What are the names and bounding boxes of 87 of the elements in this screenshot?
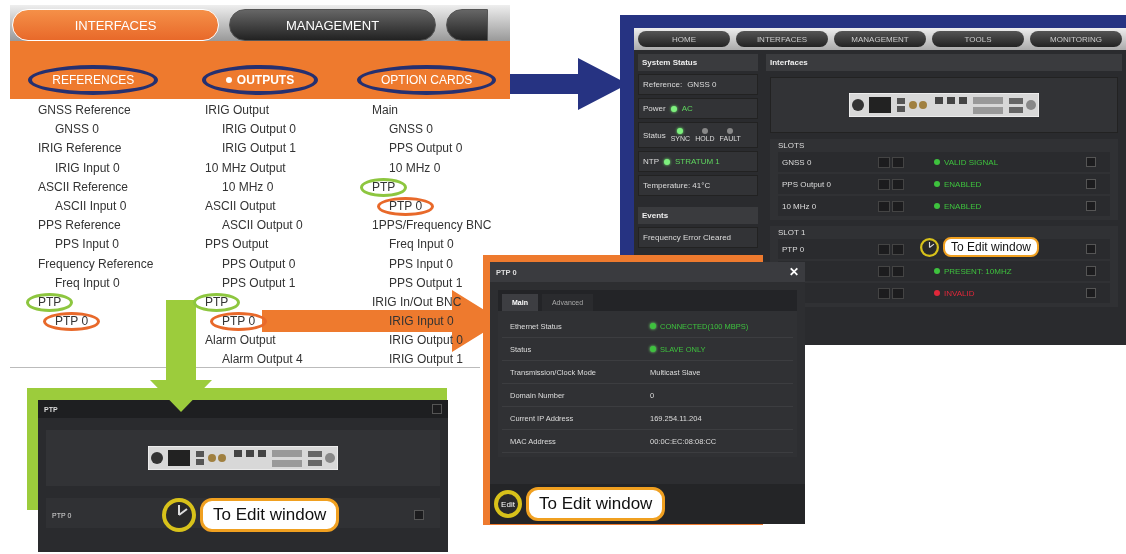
- menu-item[interactable]: ASCII Output: [205, 196, 276, 216]
- small-button[interactable]: [878, 265, 890, 277]
- status-text: INVALID: [944, 288, 975, 298]
- menu-item[interactable]: IRIG Output 0: [222, 120, 297, 140]
- menu-item[interactable]: ASCII Input 0: [55, 196, 127, 216]
- small-button[interactable]: [878, 178, 890, 190]
- small-button[interactable]: [892, 243, 904, 255]
- nav-tab[interactable]: INTERFACES: [736, 31, 828, 47]
- slot-name: PPS Output 0: [782, 179, 832, 189]
- menu-item[interactable]: PPS Output 1: [222, 273, 296, 293]
- menu-item[interactable]: GNSS 0: [55, 120, 99, 140]
- menu-item[interactable]: Alarm Output 4: [222, 350, 303, 370]
- slot-name: 10 MHz 0: [782, 201, 818, 211]
- group-label: SLOTS: [778, 141, 806, 150]
- menu-item[interactable]: 10 MHz 0: [389, 158, 441, 178]
- menu-item[interactable]: GNSS 0: [389, 120, 433, 140]
- menu-item[interactable]: PTP: [26, 292, 74, 312]
- menu-item[interactable]: PTP 0: [210, 312, 268, 332]
- nav-tab[interactable]: MONITORING: [1030, 31, 1122, 47]
- field-value: STRATUM 1: [675, 157, 720, 166]
- callout: To Edit window: [526, 487, 666, 521]
- status-text: ENABLED: [944, 179, 982, 189]
- menu-item[interactable]: Freq Input 0: [55, 273, 120, 293]
- menu-item[interactable]: ASCII Output 0: [222, 216, 303, 236]
- panel-title: Events: [642, 211, 669, 220]
- status-text: PRESENT: 10MHZ: [944, 266, 1012, 276]
- callout: To Edit window: [200, 498, 340, 532]
- nav-tab[interactable]: TOOLS: [932, 31, 1024, 47]
- menu-item[interactable]: IRIG Output 1: [389, 350, 464, 370]
- status-led: [664, 158, 670, 165]
- menu-item[interactable]: PPS Input 0: [389, 254, 454, 274]
- menu-item[interactable]: PTP 0: [377, 196, 435, 216]
- menu-item[interactable]: GNSS Reference: [38, 101, 131, 120]
- menu-item[interactable]: Main: [372, 101, 398, 120]
- menu-item[interactable]: Freq Input 0: [389, 235, 454, 255]
- nav-tab[interactable]: MANAGEMENT: [229, 9, 436, 41]
- menu-item[interactable]: PTP 0: [43, 312, 101, 332]
- edit-button[interactable]: Edit: [494, 490, 522, 518]
- menu-item[interactable]: IRIG Input 0: [55, 158, 120, 178]
- menu-item[interactable]: PPS Output 0: [222, 254, 296, 274]
- field-value: GNSS 0: [687, 80, 717, 89]
- menu-item[interactable]: PPS Output 0: [389, 139, 463, 159]
- field-label: Reference:: [643, 80, 683, 89]
- menu-item[interactable]: 1PPS/Frequency BNC: [372, 216, 492, 236]
- field-label: Status: [643, 130, 666, 140]
- menu-item[interactable]: PPS Reference: [38, 216, 121, 236]
- small-button[interactable]: [892, 178, 904, 190]
- menu-item[interactable]: IRIG Input 0: [389, 312, 454, 332]
- small-button[interactable]: [878, 156, 890, 168]
- menu-item[interactable]: IRIG Output 1: [222, 139, 297, 159]
- menu-item[interactable]: 10 MHz 0: [222, 177, 274, 197]
- slot-name: PTP 0: [782, 244, 806, 254]
- small-button[interactable]: [892, 200, 904, 212]
- status-text: VALID SIGNAL: [944, 157, 999, 167]
- menu-item[interactable]: IRIG Output: [205, 101, 270, 120]
- small-button[interactable]: [878, 243, 890, 255]
- temperature-text: Temperature: 41°C: [643, 181, 711, 190]
- nav-tab-edge: [446, 9, 488, 41]
- menu-item[interactable]: Frequency Reference: [38, 254, 154, 274]
- group-label: SLOT 1: [778, 228, 807, 237]
- event-text: Frequency Error Cleared: [643, 233, 732, 242]
- menu-item[interactable]: ASCII Reference: [38, 177, 129, 197]
- small-button[interactable]: [878, 200, 890, 212]
- menu-item[interactable]: PPS Input 0: [55, 235, 120, 255]
- close-button[interactable]: ✕: [789, 265, 799, 279]
- status-text: ENABLED: [944, 201, 982, 211]
- menu-item[interactable]: PTP: [193, 292, 241, 312]
- menu-item[interactable]: IRIG Reference: [38, 139, 122, 159]
- field-label: NTP: [643, 157, 659, 166]
- panel-title: System Status: [642, 58, 698, 67]
- menu-item[interactable]: 10 MHz Output: [205, 158, 286, 178]
- small-button[interactable]: [892, 156, 904, 168]
- menu-item[interactable]: PPS Output 1: [389, 273, 463, 293]
- small-button[interactable]: [892, 265, 904, 277]
- menu-item[interactable]: Alarm Output: [205, 331, 276, 351]
- slot-name: GNSS 0: [782, 157, 813, 167]
- callout: To Edit window: [943, 237, 1040, 257]
- field-value: AC: [681, 104, 693, 113]
- menu-item[interactable]: PPS Output: [205, 235, 269, 255]
- nav-tab[interactable]: HOME: [638, 31, 730, 47]
- small-button[interactable]: [892, 287, 904, 299]
- field-label: Power: [643, 104, 666, 113]
- panel-title: Interfaces: [770, 58, 808, 67]
- small-button[interactable]: [878, 287, 890, 299]
- nav-tab[interactable]: MANAGEMENT: [834, 31, 926, 47]
- status-led: [670, 105, 677, 112]
- menu-item[interactable]: PTP: [360, 177, 408, 197]
